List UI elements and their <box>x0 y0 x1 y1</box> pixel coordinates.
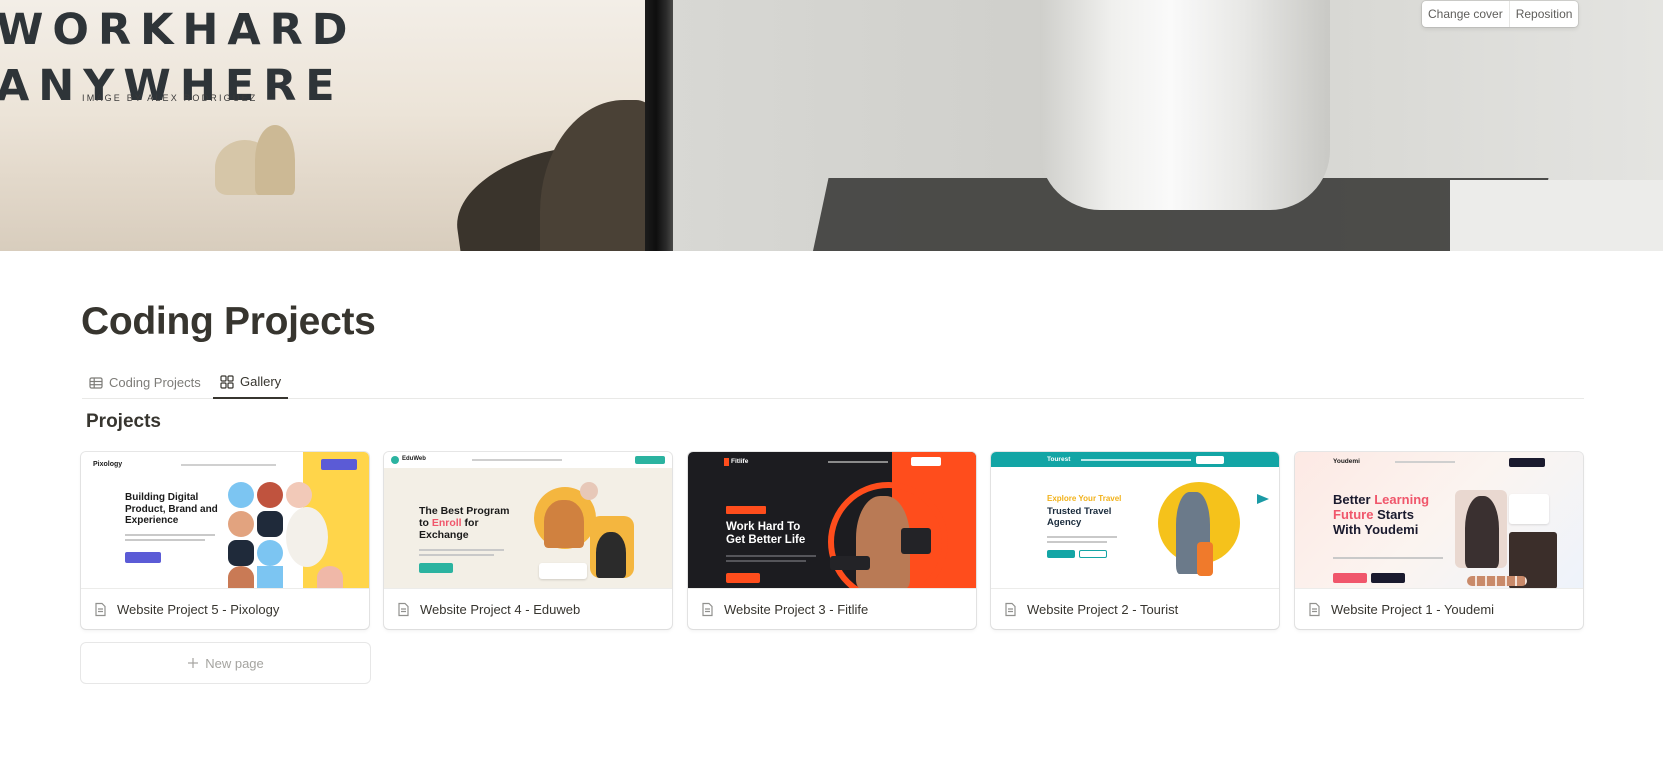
cover-monitor-edge <box>645 0 673 251</box>
preview-headline: Building Digital Product, Brand and Expe… <box>125 492 218 526</box>
tab-gallery[interactable]: Gallery <box>213 366 289 399</box>
gallery-card[interactable]: EduWeb The Best Program to Enroll for Ex… <box>384 452 672 629</box>
card-preview-image: Fitlife Work Hard To Get Better Life <box>688 452 976 589</box>
tab-coding-projects[interactable]: Coding Projects <box>82 366 208 399</box>
card-title: Website Project 5 - Pixology <box>81 589 369 629</box>
preview-headline: Better Learning Future Starts With Youde… <box>1333 492 1430 537</box>
page-icon <box>1005 602 1016 616</box>
cover-actions: Change cover Reposition <box>1422 1 1579 27</box>
gallery-title[interactable]: Projects <box>86 411 161 433</box>
preview-headline: Trusted Travel Agency <box>1047 506 1112 528</box>
card-preview-image: Youdemi Better Learning Future Starts Wi… <box>1295 452 1583 589</box>
card-preview-image: Tourest Explore Your Travel Trusted Trav… <box>991 452 1279 589</box>
page-title[interactable]: Coding Projects <box>81 300 376 344</box>
preview-logo: Youdemi <box>1333 458 1360 465</box>
preview-logo: Pixology <box>93 461 123 468</box>
preview-headline: The Best Program to Enroll for Exchange <box>419 505 510 542</box>
card-preview-image: Pixology Building Digital Product, Brand… <box>81 452 369 589</box>
card-title: Website Project 1 - Youdemi <box>1295 589 1583 629</box>
table-icon <box>89 376 103 389</box>
card-title: Website Project 3 - Fitlife <box>688 589 976 629</box>
page-icon <box>95 602 106 616</box>
card-title-text: Website Project 3 - Fitlife <box>724 601 869 617</box>
page-cover: WORKHARD ANYWHERE IMAGE BY ALEX RODRIGUE… <box>0 0 1663 251</box>
cover-credit: IMAGE BY ALEX RODRIGUEZ <box>82 93 258 103</box>
cover-headline-line2: ANYWHERE <box>0 61 344 111</box>
card-title-text: Website Project 1 - Youdemi <box>1331 601 1495 617</box>
preview-logo: EduWeb <box>402 456 426 462</box>
preview-eyebrow: Explore Your Travel <box>1047 494 1122 503</box>
change-cover-button[interactable]: Change cover <box>1422 1 1509 27</box>
tab-label: Gallery <box>240 374 282 389</box>
preview-headline: Work Hard To Get Better Life <box>726 521 806 547</box>
page-icon <box>702 602 713 616</box>
card-title-text: Website Project 5 - Pixology <box>117 601 280 617</box>
gallery-icon <box>220 374 234 389</box>
new-page-button[interactable]: New page <box>81 643 370 683</box>
cover-headline-line1: WORKHARD <box>0 5 357 55</box>
reposition-button[interactable]: Reposition <box>1508 1 1579 27</box>
preview-logo: Tourest <box>1047 456 1071 463</box>
card-title-text: Website Project 4 - Eduweb <box>420 601 581 617</box>
cover-vase <box>1040 0 1330 210</box>
card-title-text: Website Project 2 - Tourist <box>1027 601 1179 617</box>
page-icon <box>1309 602 1320 616</box>
plus-icon <box>188 658 199 668</box>
gallery-card[interactable]: Tourest Explore Your Travel Trusted Trav… <box>991 452 1279 629</box>
tab-label: Coding Projects <box>109 375 201 390</box>
preview-logo: Fitlife <box>731 458 749 465</box>
gallery-card[interactable]: Fitlife Work Hard To Get Better Life Web… <box>688 452 976 629</box>
view-tabs: Coding Projects Gallery <box>82 366 1584 399</box>
page-icon <box>398 602 409 616</box>
gallery-card[interactable]: Pixology Building Digital Product, Brand… <box>81 452 369 629</box>
card-title: Website Project 4 - Eduweb <box>384 589 672 629</box>
card-title: Website Project 2 - Tourist <box>991 589 1279 629</box>
new-page-label: New page <box>205 655 264 671</box>
gallery-card[interactable]: Youdemi Better Learning Future Starts Wi… <box>1295 452 1583 629</box>
card-preview-image: EduWeb The Best Program to Enroll for Ex… <box>384 452 672 589</box>
